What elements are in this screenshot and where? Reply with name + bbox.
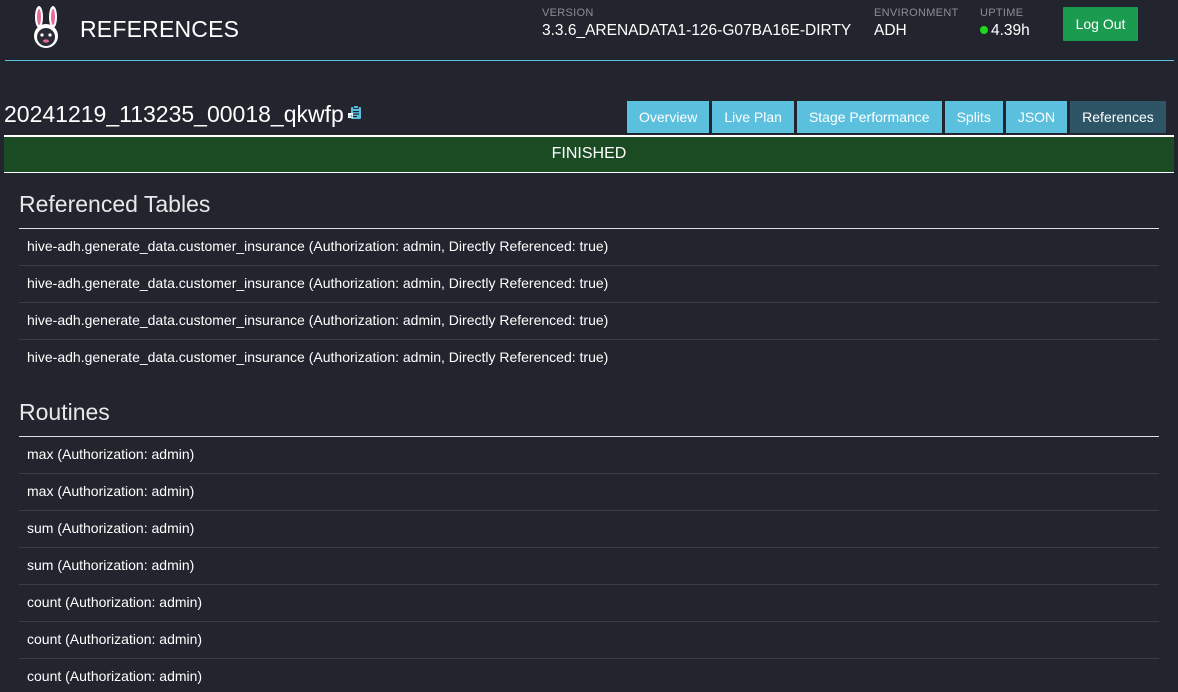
- environment-block: ENVIRONMENT ADH: [874, 7, 959, 40]
- logout-button[interactable]: Log Out: [1063, 7, 1138, 41]
- clipboard-icon[interactable]: [347, 99, 362, 126]
- uptime-value-row: 4.39h: [980, 22, 1030, 40]
- environment-label: ENVIRONMENT: [874, 7, 959, 19]
- environment-value: ADH: [874, 22, 907, 39]
- version-label: VERSION: [542, 7, 594, 19]
- routine-row: max (Authorization: admin): [19, 474, 1159, 511]
- referenced-tables-title: Referenced Tables: [19, 173, 1159, 229]
- query-bar: 20241219_113235_00018_qkwfp Overview Liv…: [0, 61, 1178, 135]
- uptime-label: UPTIME: [980, 7, 1024, 19]
- query-id-title: 20241219_113235_00018_qkwfp: [4, 101, 362, 129]
- routine-row: count (Authorization: admin): [19, 622, 1159, 659]
- routine-row: max (Authorization: admin): [19, 437, 1159, 474]
- tab-live-plan[interactable]: Live Plan: [712, 101, 794, 133]
- uptime-block: UPTIME 4.39h: [980, 7, 1030, 40]
- tab-splits[interactable]: Splits: [944, 101, 1003, 133]
- routine-row: sum (Authorization: admin): [19, 511, 1159, 548]
- tab-bar: Overview Live Plan Stage Performance Spl…: [627, 101, 1166, 133]
- app-title: REFERENCES: [80, 16, 240, 42]
- query-id-text: 20241219_113235_00018_qkwfp: [4, 101, 344, 127]
- routine-row: sum (Authorization: admin): [19, 548, 1159, 585]
- tab-references[interactable]: References: [1070, 101, 1166, 133]
- routines-title: Routines: [19, 377, 1159, 437]
- routine-row: count (Authorization: admin): [19, 585, 1159, 622]
- bunny-logo-icon: [34, 6, 58, 48]
- query-status-bar: FINISHED: [4, 135, 1174, 173]
- routines-section: Routines max (Authorization: admin) max …: [19, 377, 1159, 692]
- tab-stage-performance[interactable]: Stage Performance: [796, 101, 942, 133]
- tab-overview[interactable]: Overview: [627, 101, 710, 133]
- table-row: hive-adh.generate_data.customer_insuranc…: [19, 229, 1159, 266]
- uptime-value: 4.39h: [991, 22, 1030, 39]
- referenced-tables-section: Referenced Tables hive-adh.generate_data…: [19, 173, 1159, 377]
- routine-row: count (Authorization: admin): [19, 659, 1159, 692]
- table-row: hive-adh.generate_data.customer_insuranc…: [27, 349, 609, 365]
- version-block: VERSION 3.3.6_ARENADATA1-126-G07BA16E-DI…: [542, 7, 851, 40]
- version-value: 3.3.6_ARENADATA1-126-G07BA16E-DIRTY: [542, 22, 852, 39]
- table-row: hive-adh.generate_data.customer_insuranc…: [19, 266, 1159, 303]
- table-row: hive-adh.generate_data.customer_insuranc…: [19, 303, 1159, 340]
- top-header: REFERENCES VERSION 3.3.6_ARENADATA1-126-…: [5, 0, 1174, 61]
- tab-json[interactable]: JSON: [1005, 101, 1068, 133]
- uptime-status-dot-icon: [980, 25, 988, 34]
